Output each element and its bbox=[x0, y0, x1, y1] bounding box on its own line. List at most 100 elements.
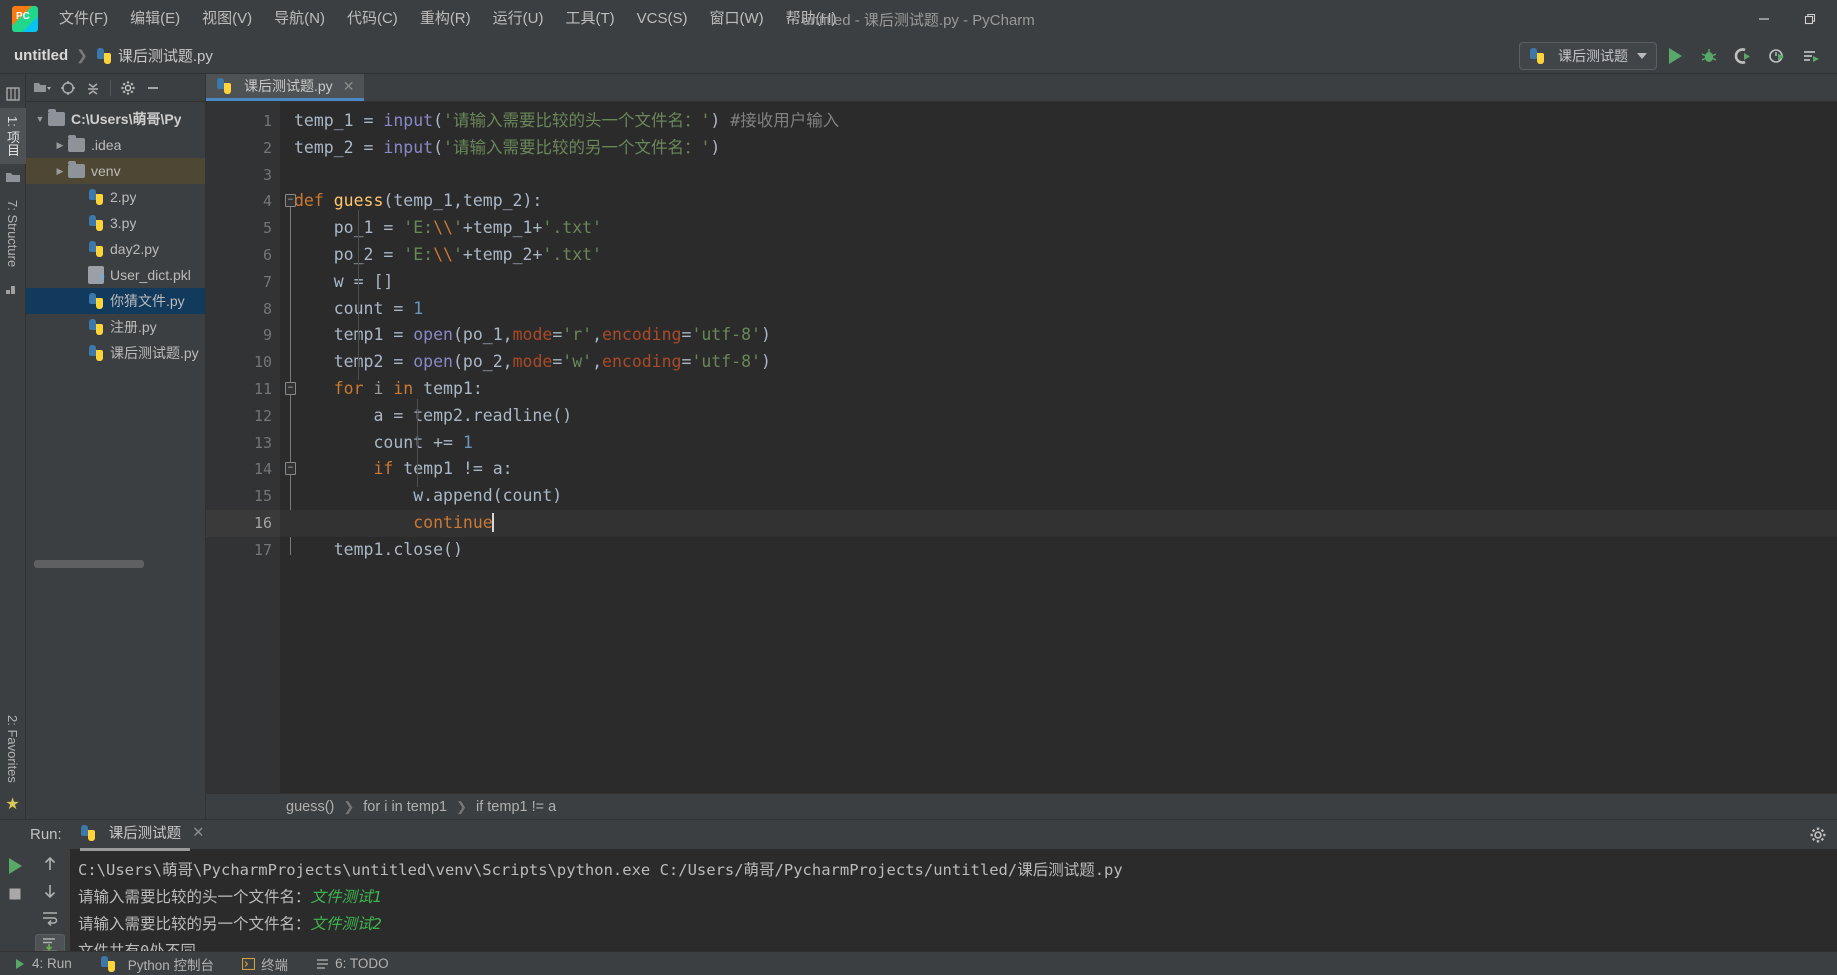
status-python-console[interactable]: Python 控制台 bbox=[86, 954, 228, 974]
tree-node[interactable]: day2.py bbox=[26, 236, 205, 262]
sidebar-tab-favorites[interactable]: 2: Favorites bbox=[1, 707, 24, 791]
menu-item-navigate[interactable]: 导航(N) bbox=[263, 5, 336, 33]
code-line[interactable]: temp_2 = input('请输入需要比较的另一个文件名：') bbox=[280, 135, 1837, 162]
menu-item-run[interactable]: 运行(U) bbox=[482, 5, 555, 33]
rerun-button[interactable] bbox=[2, 853, 28, 879]
gear-icon[interactable] bbox=[117, 77, 139, 99]
menu-item-window[interactable]: 窗口(W) bbox=[698, 5, 774, 33]
code-line[interactable]: temp_1 = input('请输入需要比较的头一个文件名：') #接收用户输… bbox=[280, 108, 1837, 135]
line-number: 16− bbox=[206, 509, 296, 537]
status-terminal[interactable]: 终端 bbox=[228, 954, 302, 974]
code-line[interactable]: a = temp2.readline() bbox=[280, 403, 1837, 430]
code-line[interactable]: w = [] bbox=[280, 269, 1837, 296]
run-configuration-label: 课后测试题 bbox=[1558, 47, 1628, 64]
project-horizontal-scrollbar[interactable] bbox=[34, 560, 144, 568]
code-line[interactable]: w.append(count) bbox=[280, 483, 1837, 510]
breadcrumb-if-statement[interactable]: if temp1 != a bbox=[476, 799, 556, 815]
down-arrow-icon[interactable] bbox=[35, 880, 65, 903]
profile-button[interactable] bbox=[1761, 41, 1793, 71]
chevron-right-icon[interactable]: ▶ bbox=[52, 140, 68, 151]
run-with-coverage-button[interactable] bbox=[1727, 41, 1759, 71]
chevron-right-icon[interactable]: ▶ bbox=[52, 166, 68, 177]
tree-node[interactable]: 注册.py bbox=[26, 314, 205, 340]
debug-button[interactable] bbox=[1693, 41, 1725, 71]
line-number: 8 bbox=[262, 299, 272, 318]
line-number: 7 bbox=[262, 272, 272, 291]
status-todo[interactable]: 6: TODO bbox=[302, 956, 403, 971]
tree-node[interactable]: 3.py bbox=[26, 210, 205, 236]
run-settings-gear-icon[interactable] bbox=[1809, 826, 1827, 844]
console-line: 请输入需要比较的头一个文件名：文件测试1 bbox=[78, 884, 1837, 911]
code-line[interactable]: def guess(temp_1,temp_2): bbox=[280, 188, 1837, 215]
tree-node[interactable]: ▼ C:\Users\萌哥\Py bbox=[26, 106, 205, 132]
restore-button[interactable] bbox=[1787, 0, 1833, 38]
menu-item-view[interactable]: 视图(V) bbox=[191, 5, 263, 33]
menu-item-tools[interactable]: 工具(T) bbox=[554, 5, 625, 33]
code-line[interactable]: for i in temp1: bbox=[280, 376, 1837, 403]
todo-icon bbox=[316, 958, 329, 970]
star-icon: ★ bbox=[5, 796, 20, 813]
code-text[interactable]: temp_1 = input('请输入需要比较的头一个文件名：') #接收用户输… bbox=[280, 102, 1837, 793]
collapse-all-icon[interactable] bbox=[82, 77, 104, 99]
code-line[interactable]: temp2 = open(po_2,mode='w',encoding='utf… bbox=[280, 349, 1837, 376]
run-button[interactable] bbox=[1659, 41, 1691, 71]
breadcrumb-project[interactable]: untitled bbox=[14, 47, 68, 64]
sidebar-tab-structure[interactable]: 7: Structure bbox=[1, 192, 24, 275]
up-arrow-icon[interactable] bbox=[35, 853, 65, 876]
python-icon bbox=[100, 955, 116, 972]
menu-item-edit[interactable]: 编辑(E) bbox=[119, 5, 191, 33]
stop-button[interactable] bbox=[2, 881, 28, 907]
code-line[interactable]: continue bbox=[280, 509, 1837, 537]
code-line[interactable]: if temp1 != a: bbox=[280, 456, 1837, 483]
scroll-from-source-icon[interactable] bbox=[57, 77, 79, 99]
sidebar-tab-project[interactable]: 1: 项目 bbox=[0, 108, 26, 165]
breadcrumb-file[interactable]: 课后测试题.py bbox=[118, 45, 213, 66]
folder-icon bbox=[68, 135, 85, 152]
code-line[interactable] bbox=[280, 162, 1837, 189]
minimize-button[interactable] bbox=[1741, 0, 1787, 38]
run-menu-button[interactable] bbox=[1795, 41, 1827, 71]
tree-node[interactable]: ▶ .idea bbox=[26, 132, 205, 158]
chevron-down-icon[interactable]: ▼ bbox=[32, 114, 48, 124]
tree-node[interactable]: 课后测试题.py bbox=[26, 340, 205, 366]
console-user-input: 文件测试2 bbox=[310, 915, 382, 933]
run-tab[interactable]: 课后测试题 ✕ bbox=[79, 822, 204, 851]
line-number: 17 bbox=[253, 540, 272, 559]
tree-node[interactable]: 2.py bbox=[26, 184, 205, 210]
code-line[interactable]: po_1 = 'E:\\'+temp_1+'.txt' bbox=[280, 215, 1837, 242]
tree-node-label: C:\Users\萌哥\Py bbox=[71, 111, 182, 127]
line-number: 9 bbox=[262, 326, 272, 345]
project-panel: ▼ C:\Users\萌哥\Py ▶ .idea ▶ venv 2.py 3.py day2.p… bbox=[26, 74, 206, 819]
editor-tab-active[interactable]: 课后测试题.py ✕ bbox=[206, 74, 365, 101]
code-line[interactable]: temp1.close() bbox=[280, 537, 1837, 564]
terminal-icon bbox=[242, 957, 256, 970]
menu-item-refactor[interactable]: 重构(R) bbox=[409, 5, 482, 33]
code-line[interactable]: temp1 = open(po_1,mode='r',encoding='utf… bbox=[280, 322, 1837, 349]
close-icon[interactable]: ✕ bbox=[192, 825, 204, 841]
code-area[interactable]: 1234−567891011−121314−1516−17 temp_1 = i… bbox=[206, 102, 1837, 793]
console-line: 请输入需要比较的另一个文件名：文件测试2 bbox=[78, 911, 1837, 938]
menu-item-file[interactable]: 文件(F) bbox=[48, 5, 119, 33]
status-run-tab[interactable]: 4: Run bbox=[0, 956, 86, 971]
menu-item-code[interactable]: 代码(C) bbox=[336, 5, 409, 33]
line-number: 6 bbox=[262, 245, 272, 264]
project-view-selector-icon[interactable] bbox=[32, 77, 54, 99]
code-line[interactable]: po_2 = 'E:\\'+temp_2+'.txt' bbox=[280, 242, 1837, 269]
pycharm-logo-icon bbox=[12, 6, 38, 32]
code-line[interactable]: count = 1 bbox=[280, 296, 1837, 323]
tree-node[interactable]: ? User_dict.pkl bbox=[26, 262, 205, 288]
hide-panel-icon[interactable] bbox=[142, 77, 164, 99]
soft-wrap-icon[interactable] bbox=[35, 907, 65, 930]
python-file-icon bbox=[96, 47, 112, 64]
tree-node[interactable]: 你猜文件.py bbox=[26, 288, 205, 314]
menu-item-vcs[interactable]: VCS(S) bbox=[626, 5, 699, 33]
console-line: C:\Users\萌哥\PycharmProjects\untitled\ven… bbox=[78, 861, 1123, 879]
console-prompt: 请输入需要比较的另一个文件名： bbox=[78, 915, 311, 933]
tree-node[interactable]: ▶ venv bbox=[26, 158, 205, 184]
breadcrumb-for-loop[interactable]: for i in temp1 bbox=[363, 799, 447, 815]
code-line[interactable]: count += 1 bbox=[280, 430, 1837, 457]
close-icon[interactable]: ✕ bbox=[343, 78, 355, 95]
breadcrumb-function[interactable]: guess() bbox=[286, 799, 334, 815]
menu-item-help[interactable]: 帮助(H) bbox=[775, 5, 848, 33]
run-configuration-selector[interactable]: 课后测试题 bbox=[1519, 41, 1657, 70]
